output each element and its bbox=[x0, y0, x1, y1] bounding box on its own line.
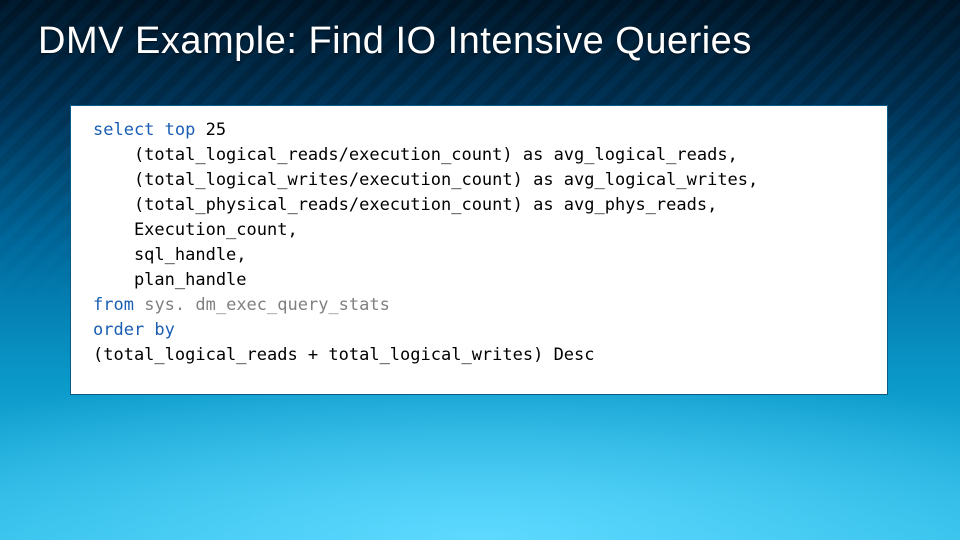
l04: (total_physical_reads/execution_count) a… bbox=[93, 195, 717, 215]
l01-rest: 25 bbox=[195, 120, 226, 140]
slide-title: DMV Example: Find IO Intensive Queries bbox=[38, 20, 940, 63]
kw-from: from bbox=[93, 295, 134, 315]
l03: (total_logical_writes/execution_count) a… bbox=[93, 170, 758, 190]
l05: Execution_count, bbox=[93, 220, 298, 240]
sql-code: select top 25 (total_logical_reads/execu… bbox=[93, 118, 865, 368]
kw-select: select bbox=[93, 120, 154, 140]
l07: plan_handle bbox=[93, 270, 247, 290]
l02: (total_logical_reads/execution_count) as… bbox=[93, 145, 738, 165]
table-name: sys. dm_exec_query_stats bbox=[144, 295, 390, 315]
kw-orderby: order by bbox=[93, 320, 175, 340]
sql-code-box: select top 25 (total_logical_reads/execu… bbox=[70, 105, 888, 395]
l06: sql_handle, bbox=[93, 245, 247, 265]
kw-top: top bbox=[165, 120, 196, 140]
l10: (total_logical_reads + total_logical_wri… bbox=[93, 345, 595, 365]
slide: DMV Example: Find IO Intensive Queries s… bbox=[0, 0, 960, 540]
